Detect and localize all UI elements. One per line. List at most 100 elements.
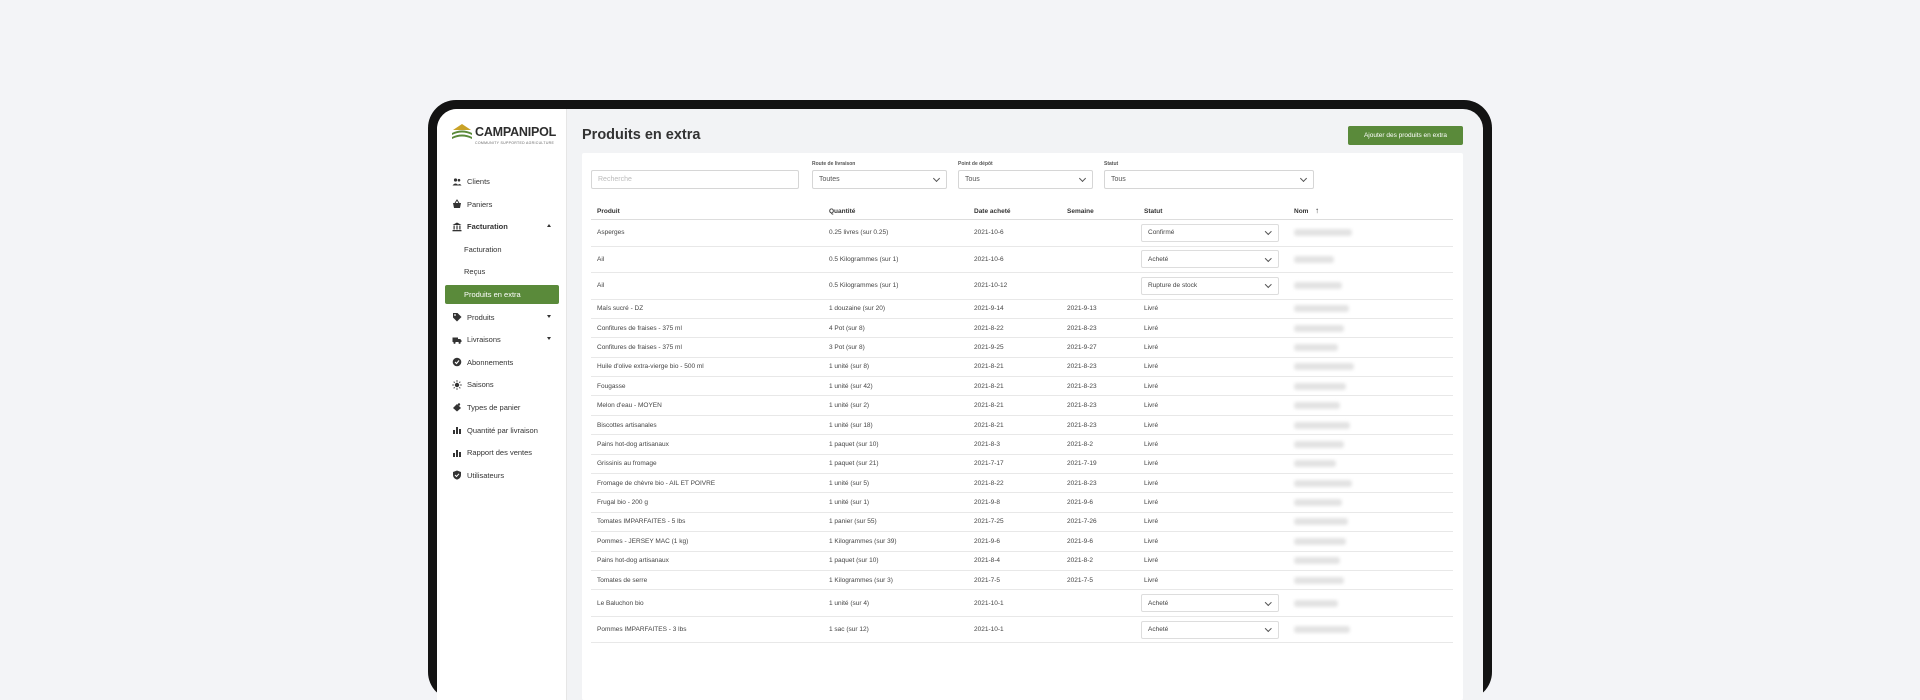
status-select[interactable]: Tous	[1104, 170, 1314, 189]
sidebar-item-label: Rapport des ventes	[467, 448, 533, 458]
add-extra-products-button[interactable]: Ajouter des produits en extra	[1348, 126, 1463, 145]
table-row[interactable]: Huile d'olive extra-vierge bio - 500 ml 1…	[591, 358, 1453, 378]
table-row[interactable]: Ail 0.5 Kilogrammes (sur 1) 2021-10-12 Rupt…	[591, 273, 1453, 300]
route-select[interactable]: Toutes	[812, 170, 947, 189]
point-select-value: Tous	[965, 176, 980, 183]
chevron-down-icon	[547, 337, 551, 341]
sidebar: CAMPANIPOL COMMUNITY SUPPORTED AGRICULTU…	[437, 109, 567, 700]
table-row[interactable]: Fougasse 1 unité (sur 42) 2021-8-21 2021-8-…	[591, 377, 1453, 397]
cell-name-redacted	[1294, 363, 1354, 371]
cell-status: Livré	[1144, 343, 1159, 351]
point-filter-label: Point de dépôt	[958, 161, 993, 167]
sidebar-subitem-produits-en-extra[interactable]: Produits en extra	[445, 284, 559, 304]
sidebar-item-rapport-des-ventes[interactable]: Rapport des ventes	[445, 443, 559, 462]
cell-status: Livré	[1144, 363, 1159, 371]
table-row[interactable]: Ail 0.5 Kilogrammes (sur 1) 2021-10-6 Achet…	[591, 247, 1453, 273]
sidebar-item-clients[interactable]: Clients	[445, 172, 559, 191]
status-select[interactable]: Acheté	[1141, 250, 1279, 269]
sidebar-item-utilisateurs[interactable]: Utilisateurs	[445, 466, 559, 485]
cell-status: Livré	[1144, 440, 1159, 448]
status-select[interactable]: Rupture de stock	[1141, 276, 1279, 295]
cell-name-redacted	[1294, 282, 1342, 290]
sidebar-subitem-facturation[interactable]: Facturation	[445, 240, 559, 259]
sidebar-item-facturation[interactable]: Facturation	[445, 217, 559, 236]
chevron-up-icon	[547, 224, 551, 228]
cell-week: 2021-8-2	[1067, 440, 1094, 448]
cell-week: 2021-8-2	[1067, 557, 1094, 565]
sidebar-item-label: Paniers	[467, 199, 493, 209]
table-row[interactable]: Confitures de fraises - 375 ml 4 Pot (sur…	[591, 319, 1453, 339]
status-select[interactable]: Acheté	[1141, 594, 1279, 613]
cell-quantity: 1 unité (sur 18)	[829, 421, 873, 429]
sidebar-item-paniers[interactable]: Paniers	[445, 195, 559, 214]
table-row[interactable]: Maïs sucré - DZ 1 douzaine (sur 20) 2021-9…	[591, 300, 1453, 319]
status-select[interactable]: Confirmé	[1141, 223, 1279, 242]
sidebar-item-livraisons[interactable]: Livraisons	[445, 330, 559, 349]
search-input[interactable]: Recherche	[591, 170, 799, 189]
table-row[interactable]: Le Baluchon bio 1 unité (sur 4) 2021-10-1 A…	[591, 590, 1453, 617]
table-row[interactable]: Pommes IMPARFAITES - 3 lbs 1 sac (sur 12)…	[591, 617, 1453, 644]
cell-date: 2021-8-4	[974, 557, 1001, 565]
sidebar-item-label: Facturation	[464, 244, 502, 254]
point-select[interactable]: Tous	[958, 170, 1093, 189]
sort-ascending-icon[interactable]: ↑	[1315, 206, 1319, 215]
cell-product: Maïs sucré - DZ	[597, 305, 644, 313]
table-row[interactable]: Tomates IMPARFAITES - 5 lbs 1 panier (sur…	[591, 513, 1453, 533]
column-header-produit[interactable]: Produit	[597, 208, 620, 215]
table-row[interactable]: Biscottes artisanales 1 unité (sur 18) 202…	[591, 416, 1453, 436]
column-header-nom[interactable]: Nom	[1294, 208, 1308, 215]
tag-icon	[452, 312, 462, 322]
table-row[interactable]: Tomates de serre 1 Kilogrammes (sur 3) 202…	[591, 571, 1453, 591]
cell-quantity: 0.5 Kilogrammes (sur 1)	[829, 282, 899, 290]
status-select[interactable]: Acheté	[1141, 620, 1279, 639]
cell-product: Fougasse	[597, 382, 626, 390]
cell-product: Le Baluchon bio	[597, 599, 644, 607]
cell-product: Ail	[597, 282, 605, 290]
cell-name-redacted	[1294, 382, 1346, 390]
sidebar-item-quantite-par-livraison[interactable]: Quantité par livraison	[445, 421, 559, 440]
table-row[interactable]: Grissinis au fromage 1 paquet (sur 21) 202…	[591, 455, 1453, 475]
table-row[interactable]: Melon d'eau - MOYEN 1 unité (sur 2) 2021-8…	[591, 396, 1453, 416]
chevron-down-icon	[547, 314, 551, 318]
table-row[interactable]: Confitures de fraises - 375 ml 3 Pot (sur…	[591, 338, 1453, 358]
table-row[interactable]: Pains hot-dog artisanaux 1 paquet (sur 10…	[591, 435, 1453, 455]
cell-quantity: 3 Pot (sur 8)	[829, 343, 865, 351]
device-frame: CAMPANIPOL COMMUNITY SUPPORTED AGRICULTU…	[428, 100, 1492, 700]
sidebar-item-label: Types de panier	[467, 402, 521, 412]
sidebar-item-abonnements[interactable]: Abonnements	[445, 353, 559, 372]
cell-name-redacted	[1294, 460, 1336, 468]
table-row[interactable]: Pommes - JERSEY MAC (1 kg) 1 Kilogrammes …	[591, 532, 1453, 552]
cell-quantity: 1 panier (sur 55)	[829, 518, 877, 526]
app-logo[interactable]: CAMPANIPOL COMMUNITY SUPPORTED AGRICULTU…	[451, 119, 561, 151]
cell-week: 2021-9-27	[1067, 343, 1097, 351]
table-row[interactable]: Fromage de chèvre bio - AIL ET POIVRE 1 u…	[591, 474, 1453, 494]
cell-name-redacted	[1294, 557, 1340, 565]
cell-name-redacted	[1294, 440, 1344, 448]
status-select-value: Acheté	[1148, 599, 1169, 607]
cell-status: Livré	[1144, 382, 1159, 390]
table-header: Produit Quantité Date acheté Semaine Sta…	[591, 203, 1453, 220]
cell-date: 2021-9-14	[974, 305, 1004, 313]
cell-name-redacted	[1294, 518, 1348, 526]
column-header-semaine[interactable]: Semaine	[1067, 208, 1094, 215]
cell-quantity: 1 unité (sur 8)	[829, 363, 870, 371]
table-row[interactable]: Pains hot-dog artisanaux 1 paquet (sur 10…	[591, 552, 1453, 571]
column-header-date[interactable]: Date acheté	[974, 208, 1011, 215]
cell-product: Confitures de fraises - 375 ml	[597, 324, 682, 332]
table-row[interactable]: Asperges 0.25 livres (sur 0.25) 2021-10-6 C…	[591, 220, 1453, 247]
cell-date: 2021-8-21	[974, 421, 1004, 429]
column-header-quantite[interactable]: Quantité	[829, 208, 855, 215]
cell-date: 2021-7-17	[974, 460, 1004, 468]
cell-status: Livré	[1144, 460, 1159, 468]
cell-status: Livré	[1144, 557, 1159, 565]
status-filter: Statut Tous	[1104, 161, 1314, 189]
sidebar-nav: Clients Paniers Facturation Facturation …	[445, 172, 559, 488]
sidebar-item-types-de-panier[interactable]: Types de panier	[445, 398, 559, 417]
column-header-statut[interactable]: Statut	[1144, 208, 1162, 215]
sidebar-subitem-recus[interactable]: Reçus	[445, 262, 559, 281]
table-row[interactable]: Frugal bio - 200 g 1 unité (sur 1) 2021-9-…	[591, 493, 1453, 513]
status-select-value: Acheté	[1148, 255, 1169, 263]
sidebar-item-saisons[interactable]: Saisons	[445, 375, 559, 394]
cell-product: Fromage de chèvre bio - AIL ET POIVRE	[597, 479, 716, 487]
sidebar-item-produits[interactable]: Produits	[445, 308, 559, 327]
